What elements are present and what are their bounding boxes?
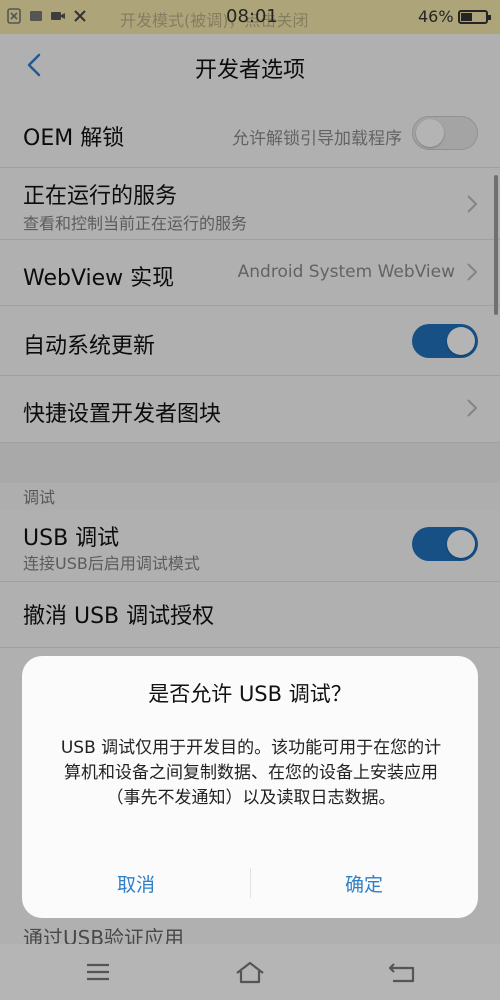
home-icon[interactable] bbox=[233, 958, 267, 986]
confirm-button[interactable]: 确定 bbox=[250, 870, 478, 897]
dialog-title: 是否允许 USB 调试？ bbox=[148, 682, 352, 706]
dialog-message: USB 调试仅用于开发目的。该功能可用于在您的计算机和设备之间复制数据、在您的设… bbox=[60, 738, 442, 808]
back-icon[interactable] bbox=[385, 958, 419, 986]
usb-debug-dialog: 是否允许 USB 调试？ USB 调试仅用于开发目的。该功能可用于在您的计算机和… bbox=[22, 656, 478, 918]
cancel-button[interactable]: 取消 bbox=[22, 870, 250, 897]
menu-icon[interactable] bbox=[81, 958, 115, 986]
navigation-bar bbox=[0, 944, 500, 1000]
